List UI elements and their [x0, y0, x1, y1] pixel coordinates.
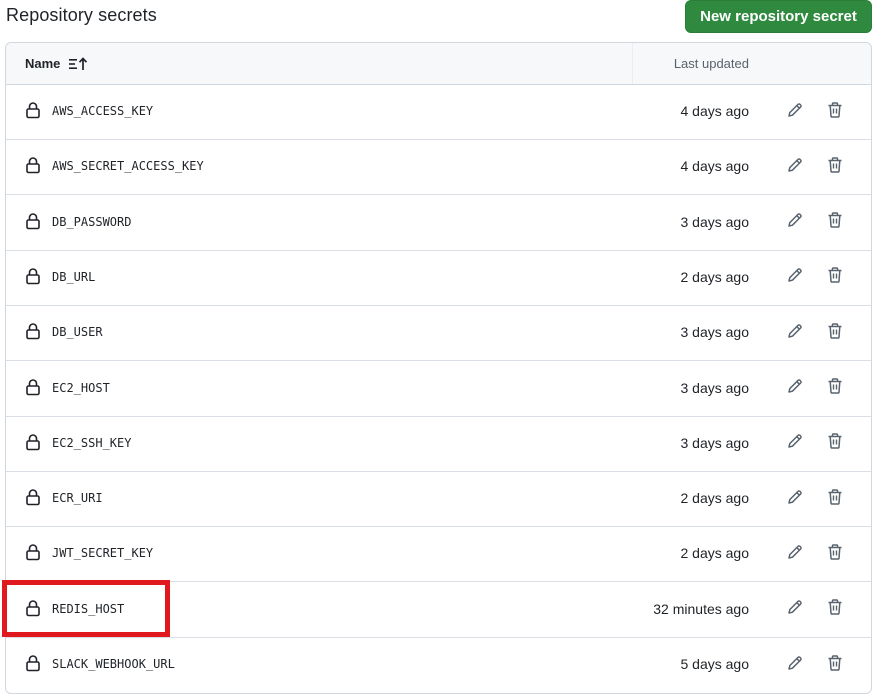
edit-secret-button[interactable]: [783, 211, 807, 235]
table-row: DB_PASSWORD 3 days ago: [6, 196, 871, 251]
table-row: DB_USER 3 days ago: [6, 306, 871, 362]
trash-icon: [826, 211, 844, 234]
table-row: AWS_ACCESS_KEY 4 days ago: [6, 85, 871, 140]
last-updated-value: 3 days ago: [680, 379, 750, 396]
table-row: EC2_HOST 3 days ago: [6, 362, 871, 417]
delete-secret-button[interactable]: [823, 155, 847, 179]
delete-secret-button[interactable]: [823, 542, 847, 566]
pencil-icon: [786, 322, 804, 345]
table-row: SLACK_WEBHOOK_URL 5 days ago: [6, 638, 871, 693]
edit-secret-button[interactable]: [783, 487, 807, 511]
pencil-icon: [786, 101, 804, 124]
lock-icon: [26, 101, 40, 119]
delete-secret-button[interactable]: [823, 653, 847, 677]
sort-by-name-button[interactable]: Name: [25, 56, 88, 71]
last-updated-value: 4 days ago: [680, 103, 750, 119]
pencil-icon: [786, 377, 804, 400]
last-updated-value: 2 days ago: [680, 268, 750, 285]
pencil-icon: [786, 488, 804, 511]
table-row: EC2_SSH_KEY 3 days ago: [6, 417, 871, 472]
last-updated-value: 4 days ago: [680, 158, 750, 175]
lock-icon: [26, 267, 40, 285]
secret-name: SLACK_WEBHOOK_URL: [52, 657, 175, 671]
delete-secret-button[interactable]: [823, 211, 847, 235]
pencil-icon: [786, 598, 804, 621]
pencil-icon: [786, 543, 804, 566]
pencil-icon: [786, 654, 804, 677]
name-column-header: Name: [25, 56, 61, 71]
lock-icon: [26, 378, 40, 396]
header-divider: [632, 43, 633, 84]
last-updated-value: 3 days ago: [680, 434, 750, 451]
last-updated-column-header: Last updated: [673, 56, 749, 71]
delete-secret-button[interactable]: [823, 266, 847, 290]
table-header: Name Last updated: [6, 43, 871, 85]
trash-icon: [826, 543, 844, 566]
lock-icon: [26, 212, 40, 230]
page-header: Repository secrets New repository secret: [0, 0, 879, 42]
lock-icon: [26, 599, 40, 617]
last-updated-value: 2 days ago: [680, 545, 750, 562]
delete-secret-button[interactable]: [823, 100, 847, 124]
secret-name: EC2_SSH_KEY: [52, 435, 132, 450]
delete-secret-button[interactable]: [823, 377, 847, 401]
secret-name: EC2_HOST: [52, 380, 110, 395]
delete-secret-button[interactable]: [823, 432, 847, 456]
pencil-icon: [786, 156, 804, 179]
secret-name: DB_URL: [52, 269, 96, 284]
secret-name: REDIS_HOST: [52, 601, 125, 616]
sort-ascending-icon: [68, 56, 88, 71]
edit-secret-button[interactable]: [783, 155, 807, 179]
lock-icon: [26, 488, 40, 506]
delete-secret-button[interactable]: [823, 321, 847, 345]
edit-secret-button[interactable]: [783, 321, 807, 345]
trash-icon: [826, 488, 844, 511]
last-updated-value: 3 days ago: [680, 213, 750, 230]
edit-secret-button[interactable]: [783, 653, 807, 677]
secret-name: AWS_SECRET_ACCESS_KEY: [52, 159, 204, 174]
table-row: JWT_SECRET_KEY 2 days ago: [6, 527, 871, 583]
table-row: DB_URL 2 days ago: [6, 251, 871, 306]
trash-icon: [826, 322, 844, 345]
table-row: REDIS_HOST 32 minutes ago: [6, 583, 871, 638]
trash-icon: [826, 156, 844, 179]
pencil-icon: [786, 211, 804, 234]
trash-icon: [826, 101, 844, 124]
secret-name: ECR_URI: [52, 491, 103, 506]
new-repository-secret-button[interactable]: New repository secret: [685, 0, 872, 33]
page-title: Repository secrets: [6, 5, 157, 25]
secrets-table: Name Last updated AWS_ACCESS_KEY 4 days a…: [5, 42, 872, 694]
last-updated-value: 5 days ago: [680, 656, 750, 672]
edit-secret-button[interactable]: [783, 100, 807, 124]
last-updated-value: 2 days ago: [680, 490, 750, 507]
trash-icon: [826, 432, 844, 455]
pencil-icon: [786, 266, 804, 289]
secret-name: JWT_SECRET_KEY: [52, 546, 154, 561]
lock-icon: [26, 433, 40, 451]
trash-icon: [826, 377, 844, 400]
lock-icon: [26, 322, 40, 340]
lock-icon: [26, 156, 40, 174]
secret-name: DB_USER: [52, 325, 103, 340]
secret-name: DB_PASSWORD: [52, 214, 132, 229]
last-updated-value: 32 minutes ago: [653, 600, 749, 617]
delete-secret-button[interactable]: [823, 487, 847, 511]
edit-secret-button[interactable]: [783, 542, 807, 566]
secret-name: AWS_ACCESS_KEY: [52, 104, 154, 118]
edit-secret-button[interactable]: [783, 266, 807, 290]
lock-icon: [26, 654, 40, 672]
edit-secret-button[interactable]: [783, 598, 807, 622]
table-row: ECR_URI 2 days ago: [6, 472, 871, 528]
pencil-icon: [786, 432, 804, 455]
table-row: AWS_SECRET_ACCESS_KEY 4 days ago: [6, 140, 871, 196]
delete-secret-button[interactable]: [823, 598, 847, 622]
edit-secret-button[interactable]: [783, 377, 807, 401]
last-updated-value: 3 days ago: [680, 324, 750, 341]
edit-secret-button[interactable]: [783, 432, 807, 456]
trash-icon: [826, 598, 844, 621]
trash-icon: [826, 266, 844, 289]
lock-icon: [26, 543, 40, 561]
trash-icon: [826, 654, 844, 677]
